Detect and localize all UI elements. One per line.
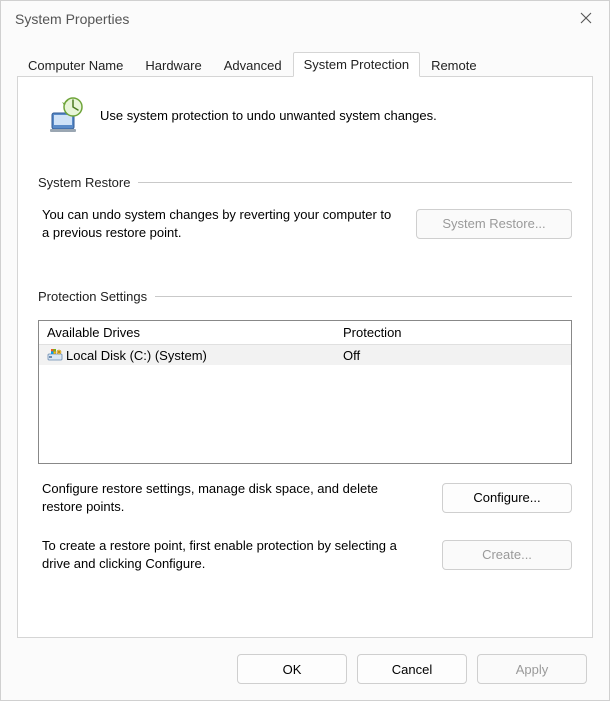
drive-icon — [47, 348, 63, 362]
titlebar: System Properties — [1, 1, 609, 37]
group-system-restore-label: System Restore — [38, 175, 572, 190]
tab-system-protection[interactable]: System Protection — [293, 52, 421, 77]
ok-button[interactable]: OK — [237, 654, 347, 684]
tab-hardware[interactable]: Hardware — [134, 53, 212, 77]
tab-computer-name[interactable]: Computer Name — [17, 53, 134, 77]
create-button[interactable]: Create... — [442, 540, 572, 570]
tab-advanced[interactable]: Advanced — [213, 53, 293, 77]
drives-header: Available Drives Protection — [39, 321, 571, 345]
intro-text: Use system protection to undo unwanted s… — [100, 108, 437, 123]
close-button[interactable] — [563, 1, 609, 37]
tab-remote[interactable]: Remote — [420, 53, 488, 77]
system-properties-window: System Properties Computer Name Hardware… — [0, 0, 610, 701]
system-protection-shield-icon — [46, 95, 86, 135]
divider — [155, 296, 572, 297]
configure-row: Configure restore settings, manage disk … — [38, 480, 572, 515]
tab-panel-system-protection: Use system protection to undo unwanted s… — [17, 77, 593, 638]
intro-row: Use system protection to undo unwanted s… — [38, 95, 572, 135]
system-restore-row: You can undo system changes by reverting… — [38, 206, 572, 241]
drives-list[interactable]: Available Drives Protection — [38, 320, 572, 464]
group-system-restore-title: System Restore — [38, 175, 130, 190]
create-row: To create a restore point, first enable … — [38, 537, 572, 572]
tabstrip: Computer Name Hardware Advanced System P… — [1, 37, 609, 77]
window-title: System Properties — [15, 11, 129, 27]
apply-button[interactable]: Apply — [477, 654, 587, 684]
dialog-footer: OK Cancel Apply — [1, 654, 609, 700]
column-header-drives[interactable]: Available Drives — [39, 325, 339, 340]
column-header-protection[interactable]: Protection — [339, 325, 571, 340]
drive-protection-status: Off — [339, 348, 571, 363]
divider — [138, 182, 572, 183]
group-protection-settings-label: Protection Settings — [38, 289, 572, 304]
system-restore-description: You can undo system changes by reverting… — [42, 206, 396, 241]
close-icon — [580, 12, 592, 27]
cancel-button[interactable]: Cancel — [357, 654, 467, 684]
configure-button[interactable]: Configure... — [442, 483, 572, 513]
configure-description: Configure restore settings, manage disk … — [42, 480, 422, 515]
system-restore-button[interactable]: System Restore... — [416, 209, 572, 239]
drive-row[interactable]: Local Disk (C:) (System) Off — [39, 345, 571, 365]
group-protection-settings-title: Protection Settings — [38, 289, 147, 304]
drive-name: Local Disk (C:) (System) — [66, 348, 207, 363]
create-description: To create a restore point, first enable … — [42, 537, 422, 572]
